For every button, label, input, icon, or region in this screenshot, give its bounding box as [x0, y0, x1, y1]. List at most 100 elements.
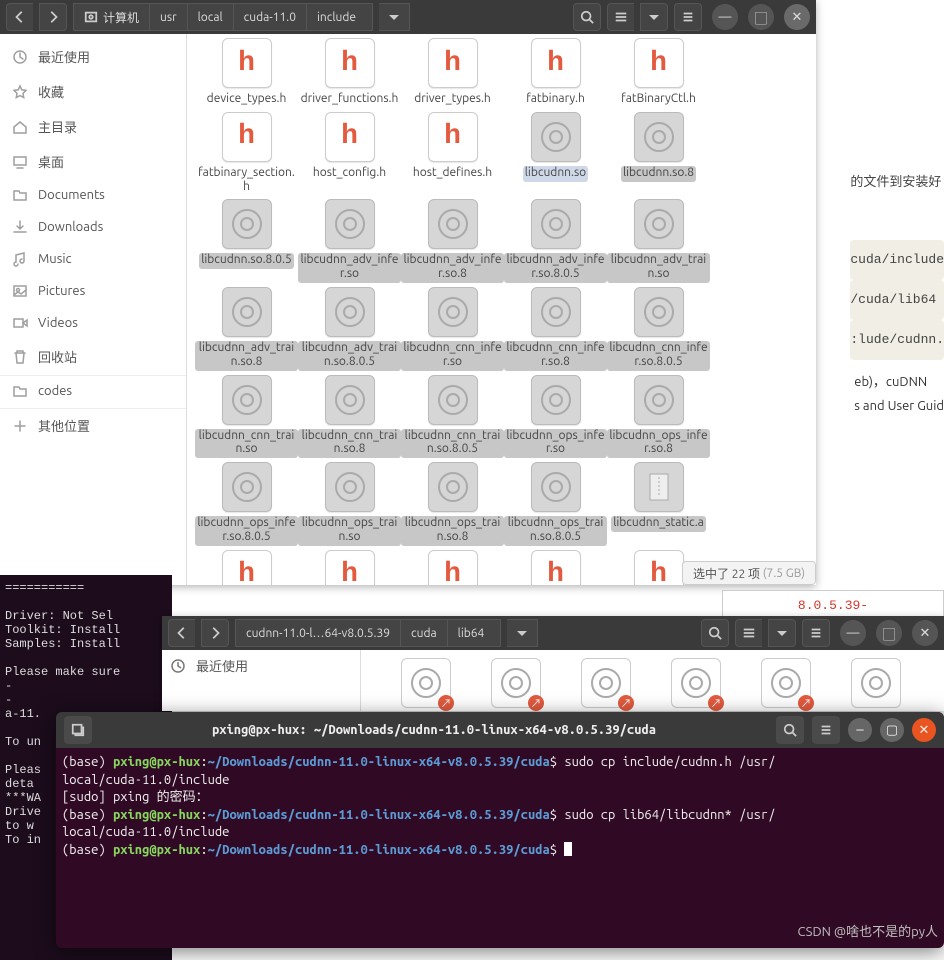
file-libcudnn_cnn_infer.so.8.0.5[interactable]: libcudnn_cnn_infer.so.8.0.5 — [607, 287, 710, 371]
breadcrumb-include[interactable]: include — [307, 3, 373, 31]
sidebar-item-folder[interactable]: Documents — [0, 180, 186, 210]
sidebar-item-plus[interactable]: 其他位置 — [0, 408, 186, 442]
maximize-button[interactable]: ▢ — [748, 4, 774, 30]
places-sidebar: 最近使用收藏主目录桌面DocumentsDownloadsMusicPictur… — [0, 34, 187, 585]
breadcrumb-2[interactable]: lib64 — [448, 619, 502, 647]
terminal-menu-button[interactable] — [812, 716, 840, 744]
file-libcudnn_adv_infer.so[interactable]: libcudnn_adv_infer.so — [298, 199, 401, 283]
file-item[interactable] — [851, 658, 901, 708]
file-fatbinary.h[interactable]: hfatbinary.h — [504, 38, 607, 108]
file-driver_types.h[interactable]: hdriver_types.h — [401, 38, 504, 108]
terminal-search-button[interactable] — [776, 716, 804, 744]
file-libcudnn.so.8.0.5[interactable]: libcudnn.so.8.0.5 — [195, 199, 298, 283]
view-dropdown[interactable] — [640, 3, 668, 31]
file-libcudnn_adv_train.so.8[interactable]: libcudnn_adv_train.so.8 — [195, 287, 298, 371]
sidebar-item-download[interactable]: Downloads — [0, 212, 186, 242]
file-libcudnn_cnn_infer.so[interactable]: libcudnn_cnn_infer.so — [401, 287, 504, 371]
nav-forward-button[interactable] — [201, 619, 229, 647]
sidebar-item-recent[interactable]: 最近使用 — [0, 40, 186, 73]
file-item[interactable]: ↗ — [761, 658, 811, 708]
file-libcudnn.so.8[interactable]: libcudnn.so.8 — [607, 112, 710, 196]
page-text-behind: 的文件到安装好 cuda/include /cuda/lib64 :lude/c… — [850, 164, 944, 360]
page-text-behind-2: eb)，cuDNN s and User Guid — [854, 370, 944, 418]
close-button[interactable]: ✕ — [784, 4, 810, 30]
sidebar-item-video[interactable]: Videos — [0, 308, 186, 338]
minimize-button[interactable]: — — [712, 4, 738, 30]
file-item[interactable]: ↗ — [491, 658, 541, 708]
new-tab-button[interactable] — [64, 716, 92, 744]
minimize-button[interactable]: — — [840, 620, 866, 646]
file-item[interactable]: ↗ — [401, 658, 451, 708]
maximize-button[interactable]: ▢ — [880, 718, 904, 742]
breadcrumb-计算机[interactable]: 计算机 — [73, 3, 150, 31]
nav-forward-button[interactable] — [39, 3, 67, 31]
file-libcudnn_ops_infer.so.8[interactable]: libcudnn_ops_infer.so.8 — [607, 375, 710, 459]
close-button[interactable]: ✕ — [912, 718, 936, 742]
file-grid[interactable]: ↗ ↗ ↗ ↗ ↗ — [361, 650, 944, 711]
file-host_config.h[interactable]: hhost_config.h — [298, 112, 401, 196]
view-list-button[interactable] — [607, 3, 634, 31]
minimize-button[interactable]: — — [848, 718, 872, 742]
maximize-button[interactable]: ▢ — [876, 620, 902, 646]
breadcrumb-cuda-11.0[interactable]: cuda-11.0 — [234, 3, 307, 31]
file-libcudnn_ops_infer.so[interactable]: libcudnn_ops_infer.so — [504, 375, 607, 459]
sidebar-item-star[interactable]: 收藏 — [0, 75, 186, 108]
view-list-button[interactable] — [735, 619, 762, 647]
file-libcudnn_cnn_train.so[interactable]: libcudnn_cnn_train.so — [195, 375, 298, 459]
search-button[interactable] — [573, 3, 601, 31]
sidebar-item-recent[interactable]: 最近使用 — [196, 656, 248, 675]
file-driver_functions.h[interactable]: hdriver_functions.h — [298, 38, 401, 108]
sidebar-item-home[interactable]: 主目录 — [0, 110, 186, 143]
file-host_defines.h[interactable]: hhost_defines.h — [401, 112, 504, 196]
file-libcudnn_cnn_infer.so.8[interactable]: libcudnn_cnn_infer.so.8 — [504, 287, 607, 371]
file-libcudnn_ops_train.so[interactable]: libcudnn_ops_train.so — [298, 462, 401, 546]
breadcrumb-dropdown[interactable] — [507, 619, 538, 647]
breadcrumb-0[interactable]: cudnn-11.0-l…64-v8.0.5.39 — [235, 619, 401, 647]
file-item[interactable]: h — [504, 550, 607, 585]
terminal-body[interactable]: (base) pxing@px-hux:~/Downloads/cudnn-11… — [56, 748, 944, 865]
chevron-down-icon — [517, 631, 527, 641]
status-bar: 选中了 22 项 (7.5 GB) — [682, 561, 816, 585]
file-manager-window-2: cudnn-11.0-l…64-v8.0.5.39cudalib64 — ▢ ✕… — [162, 616, 944, 711]
sidebar-item-trash[interactable]: 回收站 — [0, 340, 186, 373]
file-libcudnn_adv_infer.so.8.0.5[interactable]: libcudnn_adv_infer.so.8.0.5 — [504, 199, 607, 283]
file-grid[interactable]: hdevice_types.hhdriver_functions.hhdrive… — [187, 34, 816, 585]
search-button[interactable] — [701, 619, 729, 647]
file-libcudnn_adv_train.so[interactable]: libcudnn_adv_train.so — [607, 199, 710, 283]
watermark: CSDN @啥也不是的py人 — [798, 921, 938, 940]
terminal-title: pxing@px-hux: ~/Downloads/cudnn-11.0-lin… — [100, 723, 768, 737]
file-item[interactable]: ↗ — [671, 658, 721, 708]
file-item[interactable]: h — [298, 550, 401, 585]
chevron-down-icon — [777, 631, 787, 641]
file-libcudnn_adv_train.so.8.0.5[interactable]: libcudnn_adv_train.so.8.0.5 — [298, 287, 401, 371]
nav-back-button[interactable] — [168, 619, 195, 647]
file-fatBinaryCtl.h[interactable]: hfatBinaryCtl.h — [607, 38, 710, 108]
hamburger-menu-button[interactable] — [802, 619, 830, 647]
file-device_types.h[interactable]: hdevice_types.h — [195, 38, 298, 108]
file-libcudnn_adv_infer.so.8[interactable]: libcudnn_adv_infer.so.8 — [401, 199, 504, 283]
file-libcudnn_cnn_train.so.8[interactable]: libcudnn_cnn_train.so.8 — [298, 375, 401, 459]
sidebar-item-desktop[interactable]: 桌面 — [0, 145, 186, 178]
file-item[interactable]: h — [195, 550, 298, 585]
file-fatbinary_section.h[interactable]: hfatbinary_section.h — [195, 112, 298, 196]
close-button[interactable]: ✕ — [912, 620, 938, 646]
sidebar-item-picture[interactable]: Pictures — [0, 276, 186, 306]
file-libcudnn_static.a[interactable]: libcudnn_static.a — [607, 462, 710, 546]
hamburger-menu-button[interactable] — [674, 3, 702, 31]
file-libcudnn_ops_infer.so.8.0.5[interactable]: libcudnn_ops_infer.so.8.0.5 — [195, 462, 298, 546]
file-libcudnn_ops_train.so.8[interactable]: libcudnn_ops_train.so.8 — [401, 462, 504, 546]
terminal-window: pxing@px-hux: ~/Downloads/cudnn-11.0-lin… — [56, 712, 944, 948]
breadcrumb-1[interactable]: cuda — [401, 619, 448, 647]
file-libcudnn_ops_train.so.8.0.5[interactable]: libcudnn_ops_train.so.8.0.5 — [504, 462, 607, 546]
breadcrumb-local[interactable]: local — [188, 3, 234, 31]
file-item[interactable]: ↗ — [581, 658, 631, 708]
sidebar-item-folder[interactable]: codes — [0, 375, 186, 406]
breadcrumb-usr[interactable]: usr — [150, 3, 188, 31]
file-libcudnn_cnn_train.so.8.0.5[interactable]: libcudnn_cnn_train.so.8.0.5 — [401, 375, 504, 459]
sidebar-item-music[interactable]: Music — [0, 244, 186, 274]
file-libcudnn.so[interactable]: libcudnn.so — [504, 112, 607, 196]
breadcrumb-dropdown[interactable] — [379, 3, 410, 31]
view-dropdown[interactable] — [768, 619, 796, 647]
file-item[interactable]: h — [401, 550, 504, 585]
nav-back-button[interactable] — [6, 3, 33, 31]
